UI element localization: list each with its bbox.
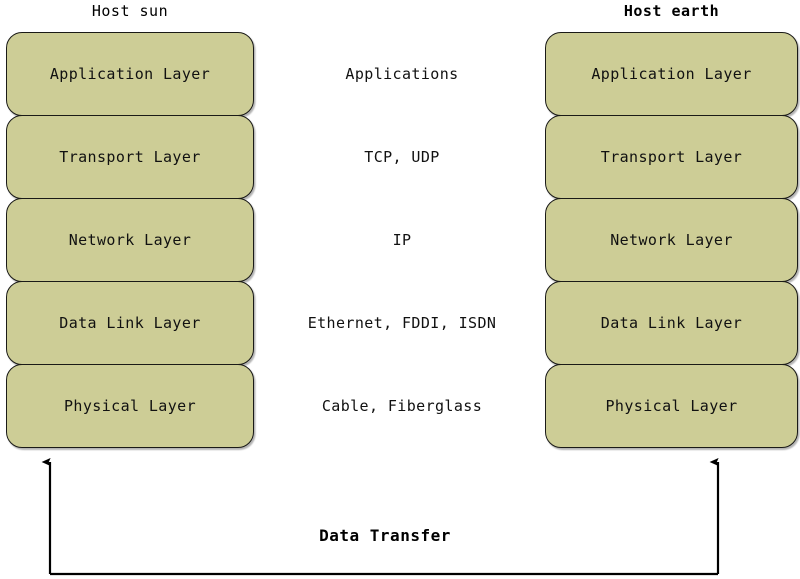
protocol-label: Applications	[345, 64, 459, 83]
protocol-label: IP	[392, 230, 412, 249]
layer-box-application-right[interactable]: Application Layer	[545, 32, 798, 116]
data-transfer-label: Data Transfer	[319, 526, 451, 545]
protocol-row-transport: TCP, UDP	[262, 115, 542, 198]
layer-box-network-right[interactable]: Network Layer	[545, 198, 798, 282]
host-sun-title: Host sun	[91, 2, 169, 20]
protocol-label: Cable, Fiberglass	[321, 396, 483, 415]
protocol-row-physical: Cable, Fiberglass	[262, 364, 542, 447]
protocol-column: Applications TCP, UDP IP Ethernet, FDDI,…	[262, 32, 542, 447]
layer-label: Data Link Layer	[59, 314, 201, 332]
layer-box-physical-left[interactable]: Physical Layer	[6, 364, 254, 448]
layer-box-data-link-left[interactable]: Data Link Layer	[6, 281, 254, 365]
layer-label: Physical Layer	[605, 397, 738, 415]
layer-label: Application Layer	[591, 65, 752, 83]
protocol-label: TCP, UDP	[364, 147, 440, 166]
layer-box-transport-right[interactable]: Transport Layer	[545, 115, 798, 199]
layer-box-physical-right[interactable]: Physical Layer	[545, 364, 798, 448]
layer-label: Network Layer	[68, 231, 192, 249]
layer-label: Transport Layer	[59, 148, 201, 166]
protocol-row-network: IP	[262, 198, 542, 281]
protocol-row-application: Applications	[262, 32, 542, 115]
layer-label: Data Link Layer	[600, 314, 743, 332]
layer-box-transport-left[interactable]: Transport Layer	[6, 115, 254, 199]
layer-label: Network Layer	[610, 231, 733, 249]
layer-box-network-left[interactable]: Network Layer	[6, 198, 254, 282]
host-sun-layer-stack: Application Layer Transport Layer Networ…	[6, 32, 254, 448]
layer-box-data-link-right[interactable]: Data Link Layer	[545, 281, 798, 365]
network-layer-diagram: Host sun Host earth Application Layer Tr…	[0, 0, 800, 579]
layer-label: Application Layer	[49, 65, 211, 83]
host-earth-title: Host earth	[623, 2, 720, 20]
protocol-label: Ethernet, FDDI, ISDN	[307, 313, 497, 332]
protocol-row-data-link: Ethernet, FDDI, ISDN	[262, 281, 542, 364]
layer-label: Physical Layer	[63, 397, 197, 415]
layer-box-application-left[interactable]: Application Layer	[6, 32, 254, 116]
host-earth-layer-stack: Application Layer Transport Layer Networ…	[545, 32, 798, 448]
layer-label: Transport Layer	[600, 148, 743, 166]
